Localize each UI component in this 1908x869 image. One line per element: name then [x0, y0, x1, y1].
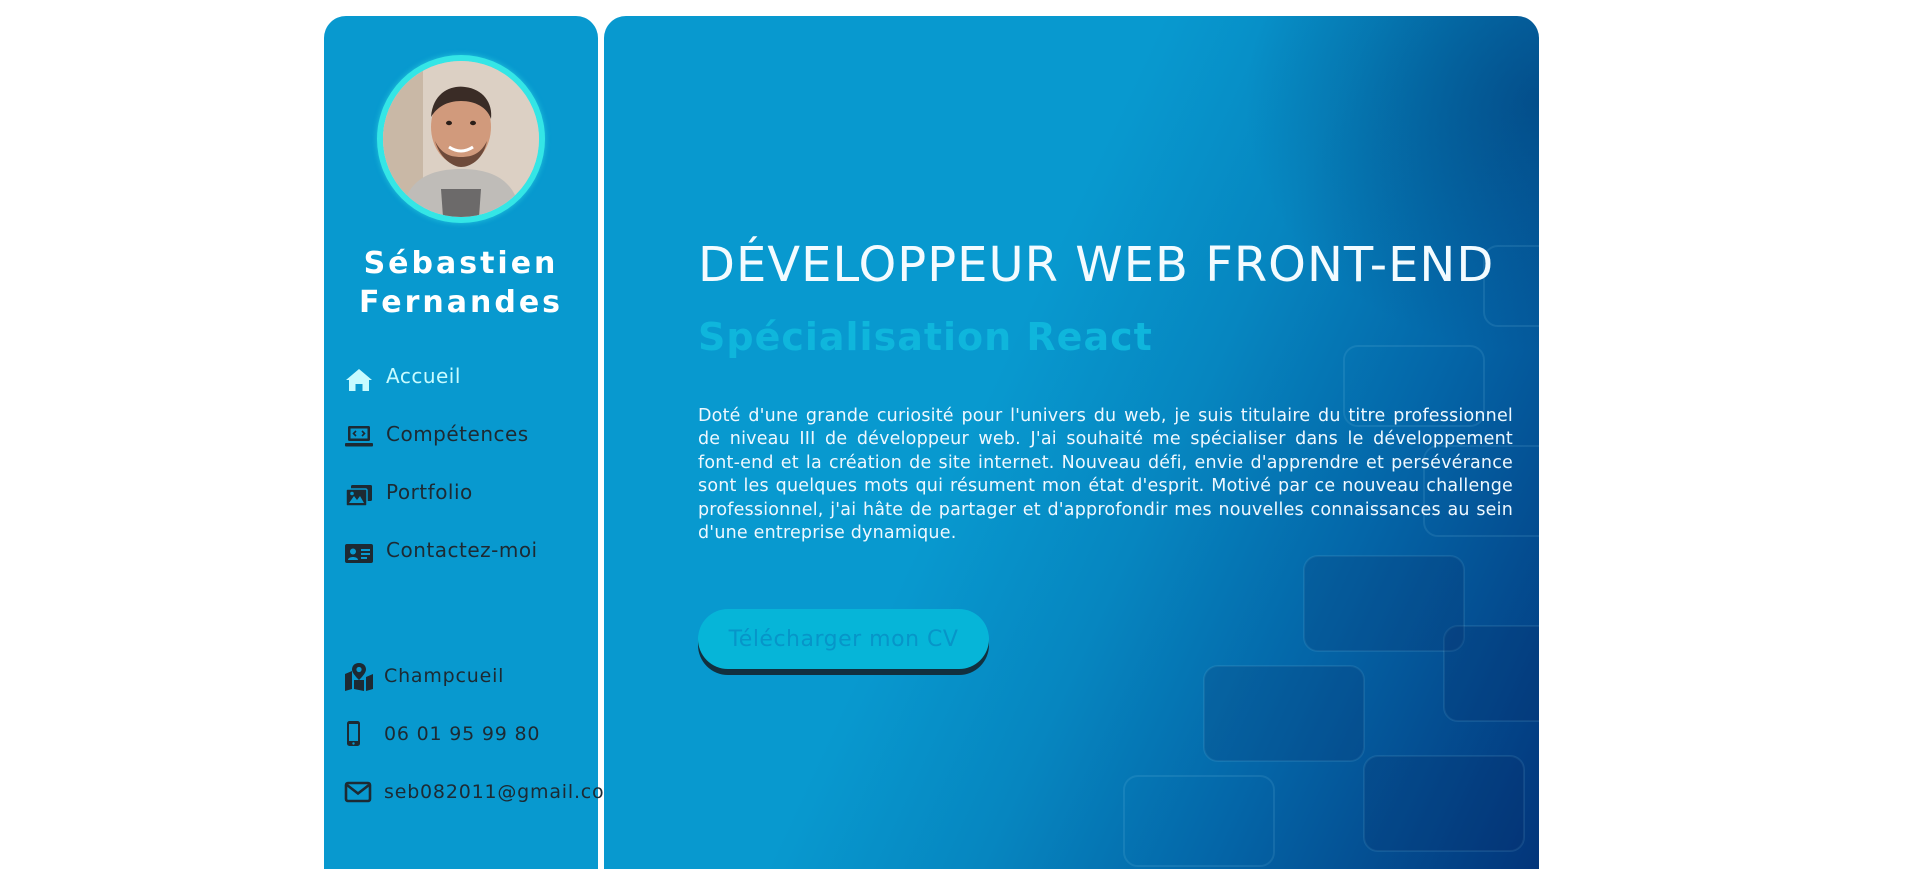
id-card-icon	[345, 544, 373, 563]
mobile-phone-icon	[347, 721, 360, 746]
profile-first-name: Sébastien	[363, 246, 559, 281]
nav-label-accueil: Accueil	[386, 364, 461, 388]
page-title: DÉVELOPPEUR WEB FRONT-END	[698, 237, 1495, 294]
avatar-photo	[383, 61, 539, 217]
nav-item-competences[interactable]: Compétences	[344, 420, 594, 478]
contact-info: Champcueil 06 01 95 99 80 seb082011@gmai…	[344, 662, 623, 836]
email-text: seb082011@gmail.com	[384, 781, 624, 803]
avatar-ring	[377, 55, 545, 223]
sidebar: Sébastien Fernandes Accueil Compétences	[324, 16, 623, 869]
contact-location: Champcueil	[344, 662, 598, 720]
envelope-icon	[344, 781, 372, 803]
page-subtitle: Spécialisation React	[698, 314, 1153, 359]
avatar	[383, 61, 539, 217]
page: Sébastien Fernandes Accueil Compétences	[0, 0, 1908, 869]
profile-name: Sébastien Fernandes	[324, 244, 598, 322]
map-location-icon	[345, 663, 373, 691]
home-icon	[346, 369, 372, 391]
phone-text: 06 01 95 99 80	[384, 723, 541, 745]
laptop-code-icon	[345, 426, 373, 447]
location-text: Champcueil	[384, 665, 505, 687]
main-panel: DÉVELOPPEUR WEB FRONT-END Spécialisation…	[604, 16, 1539, 869]
download-cv-button[interactable]: Télécharger mon CV	[698, 609, 989, 669]
images-icon	[345, 485, 372, 507]
nav-item-contactez-moi[interactable]: Contactez-moi	[344, 536, 594, 594]
nav-label-competences: Compétences	[386, 422, 529, 446]
nav-item-accueil[interactable]: Accueil	[344, 362, 594, 420]
profile-last-name: Fernandes	[358, 285, 564, 320]
contact-phone[interactable]: 06 01 95 99 80	[344, 720, 598, 778]
nav-item-portfolio[interactable]: Portfolio	[344, 478, 594, 536]
nav-label-contactez-moi: Contactez-moi	[386, 538, 538, 562]
sidebar-nav: Accueil Compétences Portfolio Contactez-…	[344, 362, 594, 594]
contact-email[interactable]: seb082011@gmail.com	[344, 778, 623, 836]
nav-label-portfolio: Portfolio	[386, 480, 473, 504]
intro-paragraph: Doté d'une grande curiosité pour l'unive…	[698, 405, 1513, 544]
